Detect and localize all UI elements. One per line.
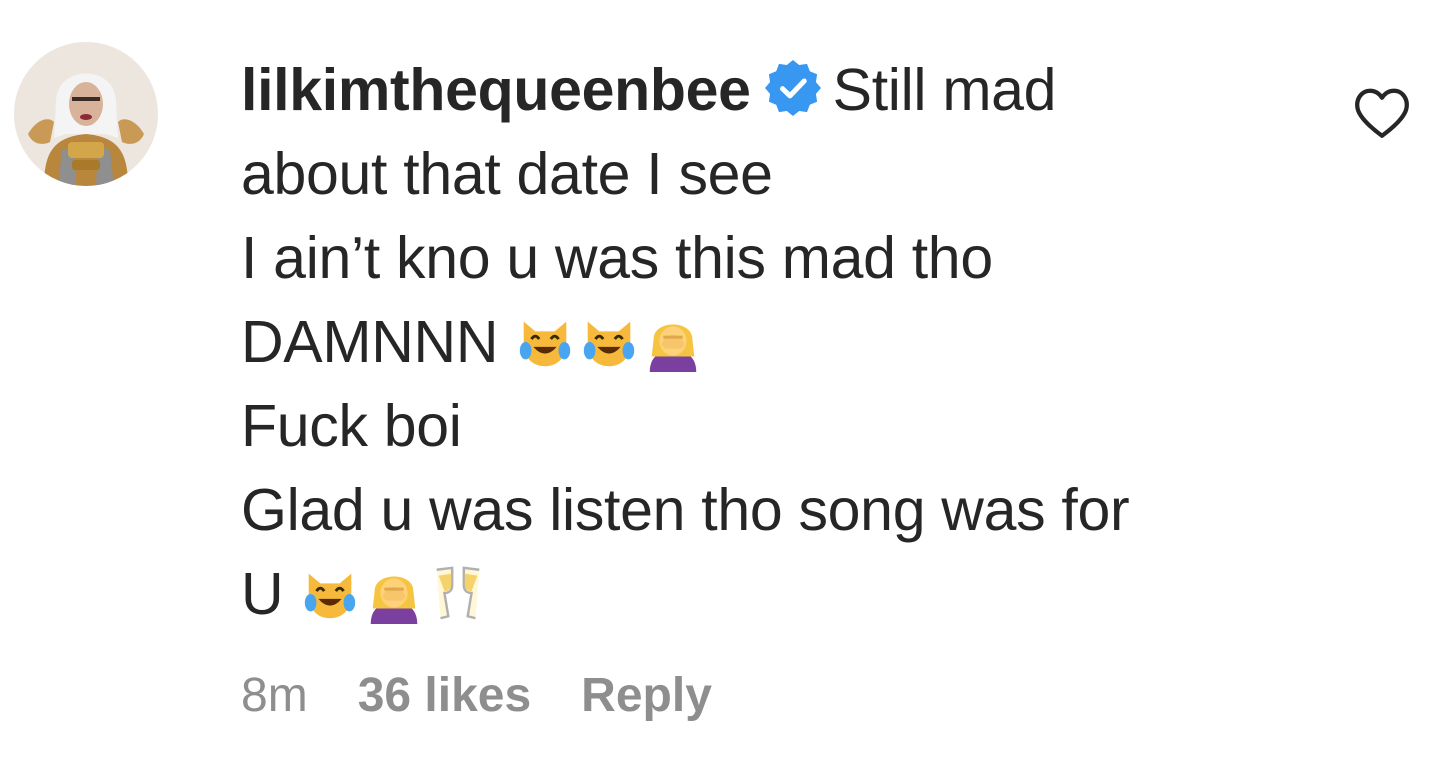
reply-button[interactable]: Reply xyxy=(581,669,712,722)
comment-first-line-text: Still mad xyxy=(832,57,1057,123)
comment-line-4-text: DAMNNN xyxy=(241,309,499,375)
avatar-image xyxy=(14,42,158,186)
comment: lilkimthequeenbee Still mad about that da… xyxy=(0,0,1452,784)
comment-timestamp[interactable]: 8m xyxy=(241,669,308,722)
comment-text: lilkimthequeenbee Still mad about that da… xyxy=(241,48,1301,636)
username-link[interactable]: lilkimthequeenbee xyxy=(241,57,751,123)
likes-count-link[interactable]: 36 likes xyxy=(358,669,531,722)
woman-facepalming-emoji xyxy=(363,562,425,624)
comment-meta: 8m 36 likes Reply xyxy=(241,666,762,726)
comment-line-7-text: U xyxy=(241,561,284,627)
comment-body: lilkimthequeenbee Still mad about that da… xyxy=(241,48,1301,636)
comment-line-6: Glad u was listen tho song was for xyxy=(241,477,1130,543)
cat-tears-of-joy-emoji xyxy=(299,562,361,624)
heart-outline-icon[interactable] xyxy=(1352,84,1412,140)
verified-badge-icon xyxy=(764,54,821,116)
cat-tears-of-joy-emoji xyxy=(578,310,640,372)
comment-line-4: DAMNNN xyxy=(241,300,1301,384)
avatar[interactable] xyxy=(14,42,158,186)
comment-line-5: Fuck boi xyxy=(241,393,462,459)
woman-facepalming-emoji xyxy=(642,310,704,372)
cat-tears-of-joy-emoji xyxy=(514,310,576,372)
comment-line-7: U xyxy=(241,552,1301,636)
comment-line-3: I ain’t kno u was this mad tho xyxy=(241,225,993,291)
comment-first-line: lilkimthequeenbee Still mad xyxy=(241,48,1301,132)
clinking-glasses-emoji xyxy=(427,562,489,624)
comment-line-2: about that date I see xyxy=(241,141,773,207)
